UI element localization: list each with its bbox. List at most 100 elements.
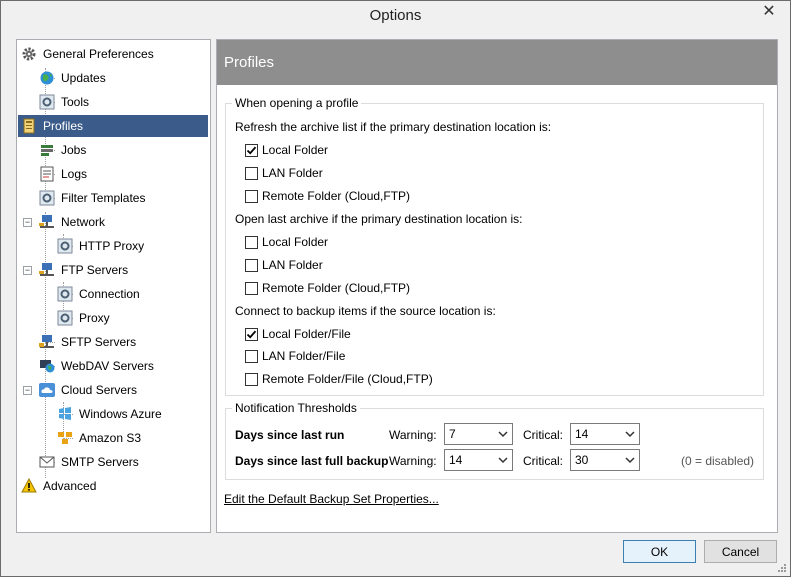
proxy-icon [57, 310, 73, 326]
tree-item-amazon-s3[interactable]: Amazon S3 [57, 427, 207, 449]
checkbox-label: Remote Folder (Cloud,FTP) [262, 281, 411, 295]
tree-item-label: Proxy [79, 311, 110, 325]
globe-icon [39, 70, 55, 86]
tree-item-ftp-servers[interactable]: FTP Servers [39, 259, 207, 281]
checkbox-label: LAN Folder/File [262, 349, 346, 363]
critical-label: Critical: [523, 454, 564, 468]
jobs-icon [39, 142, 55, 158]
log-icon [39, 166, 55, 182]
cancel-button[interactable]: Cancel [704, 540, 777, 563]
open-local-folder-checkbox[interactable]: Local Folder [245, 235, 328, 249]
open-remote-folder-checkbox[interactable]: Remote Folder (Cloud,FTP) [245, 281, 410, 295]
disabled-hint: (0 = disabled) [681, 454, 755, 468]
refresh-lan-folder-checkbox[interactable]: LAN Folder [245, 166, 323, 180]
webdav-icon [39, 358, 55, 374]
tree-item-windows-azure[interactable]: Windows Azure [57, 403, 207, 425]
checkbox-label: Local Folder [262, 143, 329, 157]
chevron-down-icon [498, 457, 508, 464]
connect-remote-folder-checkbox[interactable]: Remote Folder/File (Cloud,FTP) [245, 372, 433, 386]
chevron-down-icon [625, 457, 635, 464]
refresh-remote-folder-checkbox[interactable]: Remote Folder (Cloud,FTP) [245, 189, 410, 203]
tree-item-label: SFTP Servers [61, 335, 137, 349]
ok-button[interactable]: OK [623, 540, 696, 563]
connect-lan-folder-checkbox[interactable]: LAN Folder/File [245, 349, 345, 363]
thresholds-group: Notification Thresholds Days since last … [225, 401, 764, 480]
last-run-critical-select[interactable]: 14 [570, 423, 640, 445]
profile-icon [21, 118, 37, 134]
checkbox-label: Remote Folder/File (Cloud,FTP) [262, 372, 433, 386]
network-icon [39, 214, 55, 230]
expander-ftp-servers[interactable]: − [23, 266, 32, 275]
expander-cloud-servers[interactable]: − [23, 386, 32, 395]
tree-item-sftp-servers[interactable]: SFTP Servers [39, 331, 207, 353]
checkbox-label: Remote Folder (Cloud,FTP) [262, 189, 411, 203]
checkbox-label: LAN Folder [262, 258, 323, 272]
tree-item-label: SMTP Servers [61, 455, 139, 469]
sftp-icon [39, 334, 55, 350]
tree-item-proxy[interactable]: Proxy [57, 307, 207, 329]
checkbox-label: LAN Folder [262, 166, 323, 180]
tree-item-webdav-servers[interactable]: WebDAV Servers [39, 355, 207, 377]
refresh-local-folder-checkbox[interactable]: Local Folder [245, 143, 328, 157]
close-button[interactable]: ✕ [754, 1, 784, 21]
edit-default-backup-set-link[interactable]: Edit the Default Backup Set Properties..… [224, 492, 439, 506]
critical-label: Critical: [523, 428, 564, 442]
tree-item-label: WebDAV Servers [61, 359, 154, 373]
open-lan-folder-checkbox[interactable]: LAN Folder [245, 258, 323, 272]
tree-item-cloud-servers[interactable]: Cloud Servers [39, 379, 207, 401]
tree-item-label: General Preferences [43, 47, 154, 61]
select-value: 14 [575, 427, 589, 441]
checkbox-box [245, 372, 258, 386]
tree-item-label: FTP Servers [61, 263, 129, 277]
full-backup-critical-select[interactable]: 30 [570, 449, 640, 471]
select-value: 14 [449, 453, 463, 467]
tree-item-http-proxy[interactable]: HTTP Proxy [57, 235, 207, 257]
refresh-label: Refresh the archive list if the primary … [235, 120, 552, 134]
warning-label: Warning: [389, 428, 437, 442]
profiles-panel: Profiles When opening a profile Refresh … [216, 39, 778, 533]
tree-item-updates[interactable]: Updates [39, 67, 207, 89]
tree-item-jobs[interactable]: Jobs [39, 139, 207, 161]
close-icon: ✕ [762, 3, 776, 20]
tree-item-connection[interactable]: Connection [57, 283, 207, 305]
checkbox-box [245, 189, 258, 203]
tree-item-label: HTTP Proxy [79, 239, 145, 253]
days-since-last-run-label: Days since last run [235, 428, 345, 442]
mail-icon [39, 454, 55, 470]
tree-item-general-preferences[interactable]: General Preferences [21, 43, 207, 65]
connection-icon [57, 286, 73, 302]
tree-item-label: Advanced [43, 479, 97, 493]
tree-item-filter-templates[interactable]: Filter Templates [39, 187, 207, 209]
title-bar: Options ✕ [1, 1, 790, 32]
tree-item-label: Windows Azure [79, 407, 162, 421]
proxy-icon [57, 238, 73, 254]
connect-local-folder-checkbox[interactable]: Local Folder/File [245, 327, 351, 341]
opening-group-legend: When opening a profile [232, 96, 362, 110]
select-value: 30 [575, 453, 589, 467]
open-archive-label: Open last archive if the primary destina… [235, 212, 523, 226]
azure-icon [57, 406, 73, 422]
tree-item-label: Cloud Servers [61, 383, 138, 397]
last-run-warning-select[interactable]: 7 [444, 423, 513, 445]
connect-label: Connect to backup items if the source lo… [235, 304, 496, 318]
options-dialog: Options ✕ − − − General Preferences Upda… [0, 0, 791, 577]
checkbox-box [245, 235, 258, 249]
resize-grip-icon[interactable] [777, 563, 787, 573]
tools-icon [39, 94, 55, 110]
full-backup-warning-select[interactable]: 14 [444, 449, 513, 471]
expander-network[interactable]: − [23, 218, 32, 227]
chevron-down-icon [498, 431, 508, 438]
tree-item-label: Connection [79, 287, 140, 301]
gear-icon [21, 46, 37, 62]
tree-item-network[interactable]: Network [39, 211, 207, 233]
tree-item-label: Network [61, 215, 106, 229]
tree-item-advanced[interactable]: Advanced [21, 475, 207, 497]
tree-item-label: Amazon S3 [79, 431, 142, 445]
tree-item-profiles[interactable]: Profiles [18, 115, 208, 137]
tree-item-smtp-servers[interactable]: SMTP Servers [39, 451, 207, 473]
checkbox-label: Local Folder/File [262, 327, 351, 341]
tree-item-logs[interactable]: Logs [39, 163, 207, 185]
tree-item-label: Jobs [61, 143, 87, 157]
tree-item-label: Tools [61, 95, 90, 109]
tree-item-tools[interactable]: Tools [39, 91, 207, 113]
